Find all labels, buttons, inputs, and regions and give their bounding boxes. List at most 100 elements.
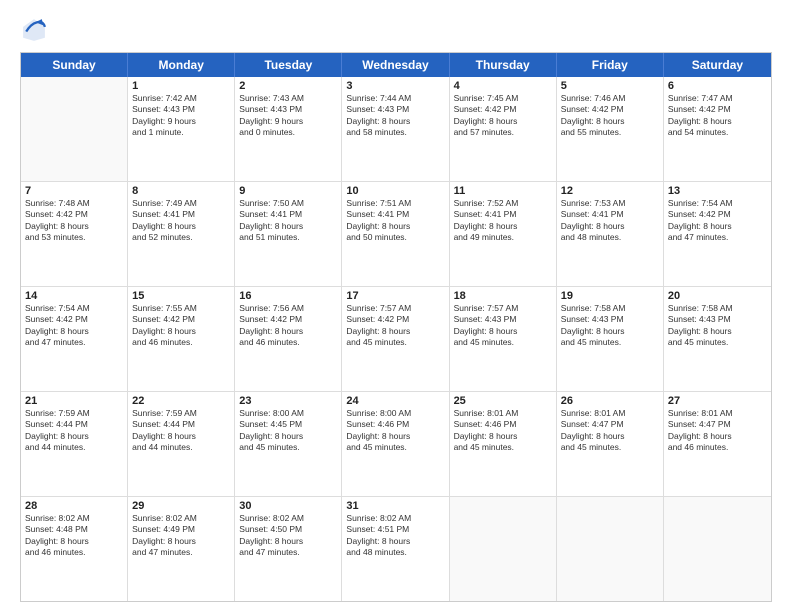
cell-info: Sunrise: 7:46 AM Sunset: 4:42 PM Dayligh… bbox=[561, 93, 659, 139]
day-number: 4 bbox=[454, 80, 552, 92]
calendar-cell: 28Sunrise: 8:02 AM Sunset: 4:48 PM Dayli… bbox=[21, 497, 128, 601]
calendar-cell: 29Sunrise: 8:02 AM Sunset: 4:49 PM Dayli… bbox=[128, 497, 235, 601]
header-day-saturday: Saturday bbox=[664, 53, 771, 77]
calendar-cell: 3Sunrise: 7:44 AM Sunset: 4:43 PM Daylig… bbox=[342, 77, 449, 181]
header-day-tuesday: Tuesday bbox=[235, 53, 342, 77]
cell-info: Sunrise: 7:54 AM Sunset: 4:42 PM Dayligh… bbox=[668, 198, 767, 244]
calendar-cell bbox=[450, 497, 557, 601]
calendar-cell bbox=[557, 497, 664, 601]
cell-info: Sunrise: 7:53 AM Sunset: 4:41 PM Dayligh… bbox=[561, 198, 659, 244]
calendar-cell: 9Sunrise: 7:50 AM Sunset: 4:41 PM Daylig… bbox=[235, 182, 342, 286]
calendar-cell: 31Sunrise: 8:02 AM Sunset: 4:51 PM Dayli… bbox=[342, 497, 449, 601]
day-number: 28 bbox=[25, 500, 123, 512]
calendar-cell: 14Sunrise: 7:54 AM Sunset: 4:42 PM Dayli… bbox=[21, 287, 128, 391]
calendar-cell: 10Sunrise: 7:51 AM Sunset: 4:41 PM Dayli… bbox=[342, 182, 449, 286]
day-number: 2 bbox=[239, 80, 337, 92]
cell-info: Sunrise: 7:57 AM Sunset: 4:42 PM Dayligh… bbox=[346, 303, 444, 349]
cell-info: Sunrise: 7:44 AM Sunset: 4:43 PM Dayligh… bbox=[346, 93, 444, 139]
calendar-cell: 8Sunrise: 7:49 AM Sunset: 4:41 PM Daylig… bbox=[128, 182, 235, 286]
calendar-header: SundayMondayTuesdayWednesdayThursdayFrid… bbox=[21, 53, 771, 77]
calendar-cell: 23Sunrise: 8:00 AM Sunset: 4:45 PM Dayli… bbox=[235, 392, 342, 496]
header-day-monday: Monday bbox=[128, 53, 235, 77]
cell-info: Sunrise: 7:43 AM Sunset: 4:43 PM Dayligh… bbox=[239, 93, 337, 139]
cell-info: Sunrise: 8:02 AM Sunset: 4:49 PM Dayligh… bbox=[132, 513, 230, 559]
cell-info: Sunrise: 8:02 AM Sunset: 4:51 PM Dayligh… bbox=[346, 513, 444, 559]
calendar-cell: 19Sunrise: 7:58 AM Sunset: 4:43 PM Dayli… bbox=[557, 287, 664, 391]
calendar-row-3: 21Sunrise: 7:59 AM Sunset: 4:44 PM Dayli… bbox=[21, 392, 771, 497]
day-number: 21 bbox=[25, 395, 123, 407]
calendar-cell bbox=[21, 77, 128, 181]
day-number: 31 bbox=[346, 500, 444, 512]
calendar-cell: 27Sunrise: 8:01 AM Sunset: 4:47 PM Dayli… bbox=[664, 392, 771, 496]
header-day-wednesday: Wednesday bbox=[342, 53, 449, 77]
calendar-cell: 16Sunrise: 7:56 AM Sunset: 4:42 PM Dayli… bbox=[235, 287, 342, 391]
calendar-cell: 4Sunrise: 7:45 AM Sunset: 4:42 PM Daylig… bbox=[450, 77, 557, 181]
cell-info: Sunrise: 8:00 AM Sunset: 4:45 PM Dayligh… bbox=[239, 408, 337, 454]
cell-info: Sunrise: 7:55 AM Sunset: 4:42 PM Dayligh… bbox=[132, 303, 230, 349]
calendar-row-1: 7Sunrise: 7:48 AM Sunset: 4:42 PM Daylig… bbox=[21, 182, 771, 287]
calendar-cell bbox=[664, 497, 771, 601]
cell-info: Sunrise: 7:54 AM Sunset: 4:42 PM Dayligh… bbox=[25, 303, 123, 349]
day-number: 11 bbox=[454, 185, 552, 197]
logo bbox=[20, 16, 52, 44]
header bbox=[20, 16, 772, 44]
calendar-body: 1Sunrise: 7:42 AM Sunset: 4:43 PM Daylig… bbox=[21, 77, 771, 601]
day-number: 1 bbox=[132, 80, 230, 92]
cell-info: Sunrise: 7:59 AM Sunset: 4:44 PM Dayligh… bbox=[132, 408, 230, 454]
day-number: 6 bbox=[668, 80, 767, 92]
calendar-cell: 6Sunrise: 7:47 AM Sunset: 4:42 PM Daylig… bbox=[664, 77, 771, 181]
calendar-cell: 17Sunrise: 7:57 AM Sunset: 4:42 PM Dayli… bbox=[342, 287, 449, 391]
logo-icon bbox=[20, 16, 48, 44]
cell-info: Sunrise: 8:00 AM Sunset: 4:46 PM Dayligh… bbox=[346, 408, 444, 454]
cell-info: Sunrise: 7:57 AM Sunset: 4:43 PM Dayligh… bbox=[454, 303, 552, 349]
cell-info: Sunrise: 7:47 AM Sunset: 4:42 PM Dayligh… bbox=[668, 93, 767, 139]
cell-info: Sunrise: 7:49 AM Sunset: 4:41 PM Dayligh… bbox=[132, 198, 230, 244]
cell-info: Sunrise: 7:42 AM Sunset: 4:43 PM Dayligh… bbox=[132, 93, 230, 139]
cell-info: Sunrise: 7:59 AM Sunset: 4:44 PM Dayligh… bbox=[25, 408, 123, 454]
cell-info: Sunrise: 8:01 AM Sunset: 4:46 PM Dayligh… bbox=[454, 408, 552, 454]
day-number: 24 bbox=[346, 395, 444, 407]
calendar-cell: 13Sunrise: 7:54 AM Sunset: 4:42 PM Dayli… bbox=[664, 182, 771, 286]
calendar-cell: 15Sunrise: 7:55 AM Sunset: 4:42 PM Dayli… bbox=[128, 287, 235, 391]
cell-info: Sunrise: 7:51 AM Sunset: 4:41 PM Dayligh… bbox=[346, 198, 444, 244]
calendar-cell: 2Sunrise: 7:43 AM Sunset: 4:43 PM Daylig… bbox=[235, 77, 342, 181]
day-number: 29 bbox=[132, 500, 230, 512]
header-day-friday: Friday bbox=[557, 53, 664, 77]
calendar-cell: 20Sunrise: 7:58 AM Sunset: 4:43 PM Dayli… bbox=[664, 287, 771, 391]
cell-info: Sunrise: 8:01 AM Sunset: 4:47 PM Dayligh… bbox=[561, 408, 659, 454]
page: SundayMondayTuesdayWednesdayThursdayFrid… bbox=[0, 0, 792, 612]
day-number: 22 bbox=[132, 395, 230, 407]
calendar-row-4: 28Sunrise: 8:02 AM Sunset: 4:48 PM Dayli… bbox=[21, 497, 771, 601]
calendar-cell: 25Sunrise: 8:01 AM Sunset: 4:46 PM Dayli… bbox=[450, 392, 557, 496]
cell-info: Sunrise: 7:58 AM Sunset: 4:43 PM Dayligh… bbox=[561, 303, 659, 349]
calendar-cell: 5Sunrise: 7:46 AM Sunset: 4:42 PM Daylig… bbox=[557, 77, 664, 181]
calendar-cell: 1Sunrise: 7:42 AM Sunset: 4:43 PM Daylig… bbox=[128, 77, 235, 181]
day-number: 23 bbox=[239, 395, 337, 407]
day-number: 20 bbox=[668, 290, 767, 302]
cell-info: Sunrise: 7:52 AM Sunset: 4:41 PM Dayligh… bbox=[454, 198, 552, 244]
day-number: 14 bbox=[25, 290, 123, 302]
cell-info: Sunrise: 7:58 AM Sunset: 4:43 PM Dayligh… bbox=[668, 303, 767, 349]
cell-info: Sunrise: 7:50 AM Sunset: 4:41 PM Dayligh… bbox=[239, 198, 337, 244]
cell-info: Sunrise: 7:56 AM Sunset: 4:42 PM Dayligh… bbox=[239, 303, 337, 349]
day-number: 18 bbox=[454, 290, 552, 302]
header-day-sunday: Sunday bbox=[21, 53, 128, 77]
day-number: 25 bbox=[454, 395, 552, 407]
calendar-cell: 21Sunrise: 7:59 AM Sunset: 4:44 PM Dayli… bbox=[21, 392, 128, 496]
calendar-cell: 22Sunrise: 7:59 AM Sunset: 4:44 PM Dayli… bbox=[128, 392, 235, 496]
day-number: 15 bbox=[132, 290, 230, 302]
calendar-cell: 26Sunrise: 8:01 AM Sunset: 4:47 PM Dayli… bbox=[557, 392, 664, 496]
cell-info: Sunrise: 8:02 AM Sunset: 4:48 PM Dayligh… bbox=[25, 513, 123, 559]
header-day-thursday: Thursday bbox=[450, 53, 557, 77]
day-number: 9 bbox=[239, 185, 337, 197]
day-number: 16 bbox=[239, 290, 337, 302]
day-number: 19 bbox=[561, 290, 659, 302]
day-number: 17 bbox=[346, 290, 444, 302]
day-number: 5 bbox=[561, 80, 659, 92]
calendar-row-0: 1Sunrise: 7:42 AM Sunset: 4:43 PM Daylig… bbox=[21, 77, 771, 182]
day-number: 12 bbox=[561, 185, 659, 197]
day-number: 30 bbox=[239, 500, 337, 512]
day-number: 7 bbox=[25, 185, 123, 197]
calendar-cell: 11Sunrise: 7:52 AM Sunset: 4:41 PM Dayli… bbox=[450, 182, 557, 286]
day-number: 27 bbox=[668, 395, 767, 407]
